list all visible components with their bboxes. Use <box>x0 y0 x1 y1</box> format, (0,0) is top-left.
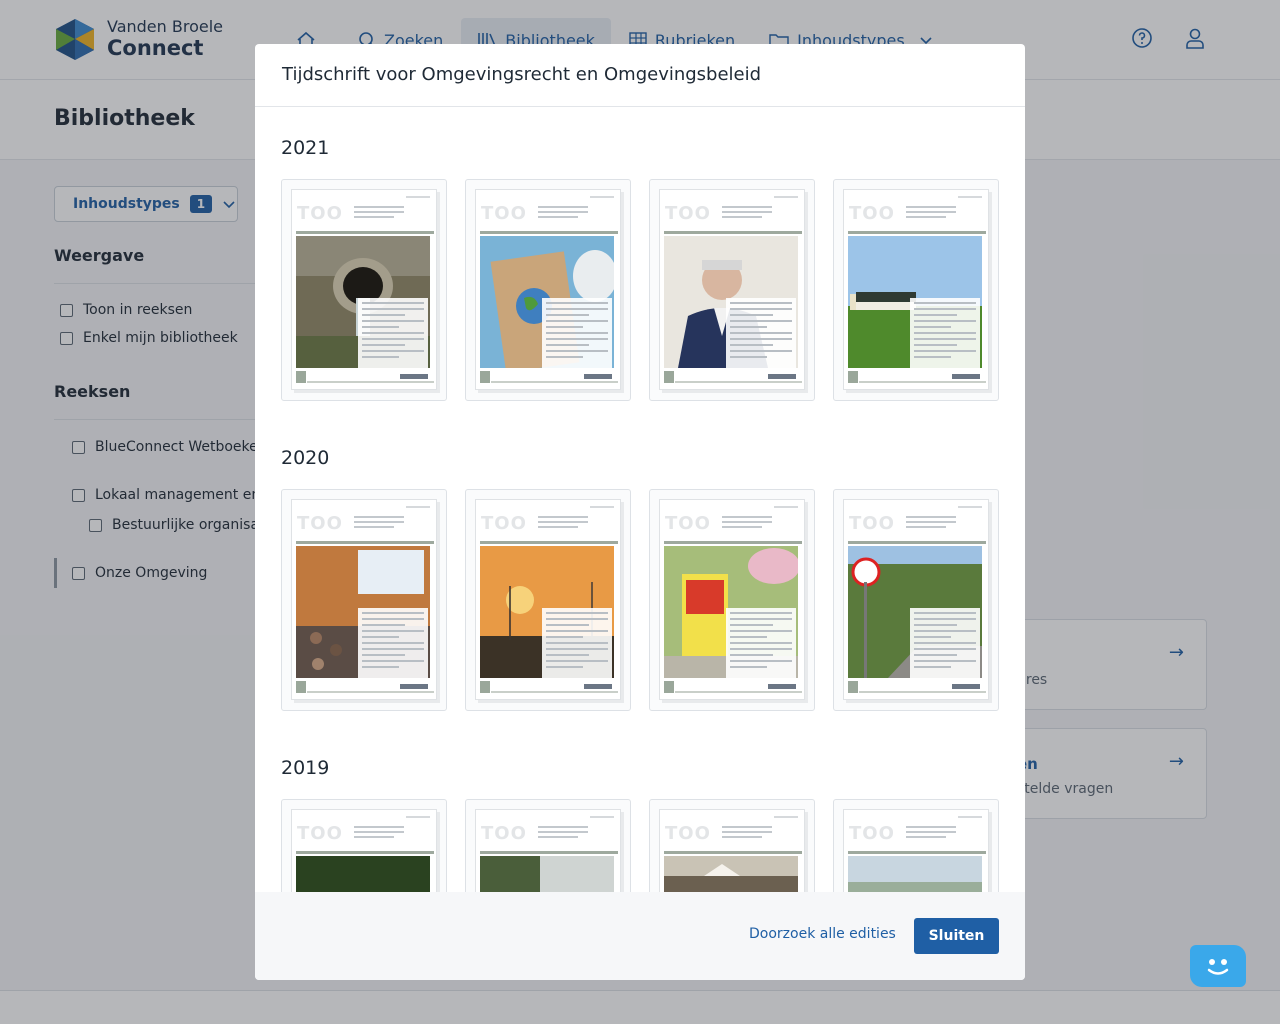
edition-card[interactable]: TOO <box>833 799 999 892</box>
edition-card[interactable]: TOO <box>833 179 999 401</box>
edition-card[interactable]: TOO <box>465 799 631 892</box>
edition-card[interactable]: TOO <box>649 179 815 401</box>
modal-body[interactable]: 2021 TOO TOO TOO TOO 2020 TOO TOO TOO TOO 2019 TOO T… <box>255 107 1025 892</box>
modal-footer: Doorzoek alle edities Sluiten <box>255 892 1025 980</box>
edition-card[interactable]: TOO <box>649 489 815 711</box>
year-heading: 2020 <box>281 447 330 469</box>
chat-bot-icon[interactable] <box>1190 945 1246 987</box>
modal-header: Tijdschrift voor Omgevingsrecht en Omgev… <box>255 44 1025 107</box>
edition-card[interactable]: TOO <box>833 489 999 711</box>
edition-row: TOO TOO TOO TOO <box>281 799 1025 892</box>
magazine-cover-image: TOO <box>843 809 989 892</box>
close-button[interactable]: Sluiten <box>914 918 999 954</box>
edition-card[interactable]: TOO <box>281 799 447 892</box>
modal-title: Tijdschrift voor Omgevingsrecht en Omgev… <box>282 64 762 85</box>
editions-modal: Tijdschrift voor Omgevingsrecht en Omgev… <box>255 44 1025 980</box>
magazine-cover-image: TOO <box>843 189 989 390</box>
search-all-editions-button[interactable]: Doorzoek alle edities <box>749 926 896 942</box>
edition-card[interactable]: TOO <box>281 179 447 401</box>
magazine-cover-image: TOO <box>291 499 437 700</box>
edition-row: TOO TOO TOO TOO <box>281 179 1025 401</box>
magazine-cover-image: TOO <box>659 499 805 700</box>
magazine-cover-image: TOO <box>659 189 805 390</box>
year-heading: 2019 <box>281 757 330 779</box>
magazine-cover-image: TOO <box>843 499 989 700</box>
edition-card[interactable]: TOO <box>281 489 447 711</box>
edition-card[interactable]: TOO <box>465 179 631 401</box>
magazine-cover-image: TOO <box>475 809 621 892</box>
magazine-cover-image: TOO <box>291 809 437 892</box>
magazine-cover-image: TOO <box>291 189 437 390</box>
edition-row: TOO TOO TOO TOO <box>281 489 1025 711</box>
edition-card[interactable]: TOO <box>649 799 815 892</box>
magazine-cover-image: TOO <box>475 499 621 700</box>
edition-card[interactable]: TOO <box>465 489 631 711</box>
magazine-cover-image: TOO <box>659 809 805 892</box>
magazine-cover-image: TOO <box>475 189 621 390</box>
year-heading: 2021 <box>281 137 330 159</box>
